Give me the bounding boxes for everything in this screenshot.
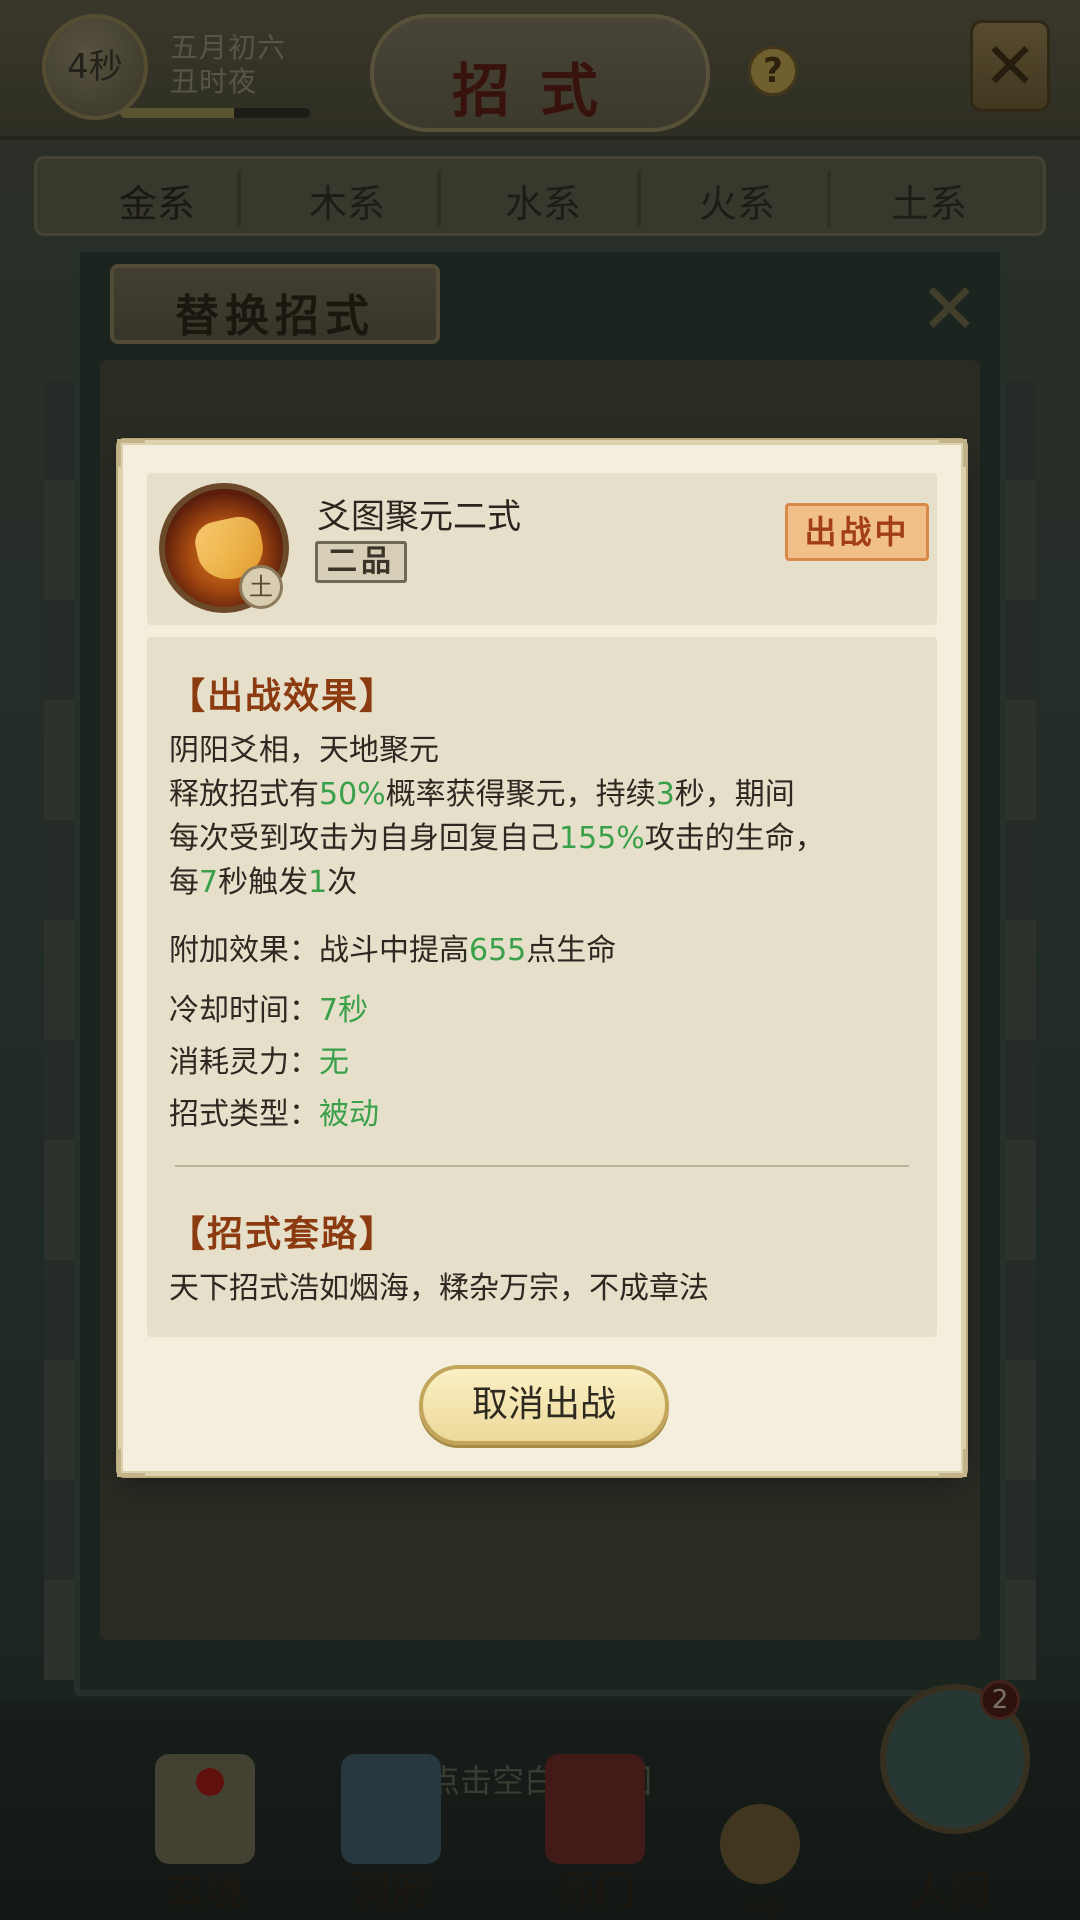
- grade-tag: 二品: [315, 541, 407, 583]
- element-badge: 土: [239, 565, 283, 609]
- effect-line: 每次受到攻击为自身回复自己155%攻击的生命，: [169, 821, 825, 856]
- cooldown: 冷却时间：7秒: [169, 993, 369, 1028]
- skill-details: 【出战效果】 阴阳爻相，天地聚元 释放招式有50%概率获得聚元，持续3秒，期间 …: [147, 637, 937, 1337]
- corner-ornament: [939, 439, 967, 467]
- skill-name: 爻图聚元二式: [317, 497, 521, 537]
- corner-ornament: [117, 439, 145, 467]
- effect-line: 释放招式有50%概率获得聚元，持续3秒，期间: [169, 777, 795, 812]
- effect-section-title: 【出战效果】: [169, 675, 398, 717]
- cancel-battle-button[interactable]: 取消出战: [419, 1365, 669, 1445]
- bonus-effect: 附加效果：战斗中提高655点生命: [169, 933, 617, 968]
- skill-type: 招式类型：被动: [169, 1097, 379, 1132]
- effect-name: 阴阳爻相，天地聚元: [169, 733, 439, 768]
- skill-detail-popup: 土 爻图聚元二式 二品 出战中 【出战效果】 阴阳爻相，天地聚元 释放招式有50…: [117, 439, 967, 1477]
- combo-text: 天下招式浩如烟海，糅杂万宗，不成章法: [169, 1271, 709, 1306]
- corner-ornament: [117, 1449, 145, 1477]
- spirit-cost: 消耗灵力：无: [169, 1045, 349, 1080]
- skill-header: 土 爻图聚元二式 二品 出战中: [147, 473, 937, 625]
- divider: [175, 1165, 909, 1167]
- status-badge: 出战中: [785, 503, 929, 561]
- combo-section-title: 【招式套路】: [169, 1213, 398, 1255]
- effect-line: 每7秒触发1次: [169, 865, 358, 900]
- screen: 4秒 五月初六 丑时夜 招式 ? ✕ 金系 木系 水系 火系 土系 替换招式 ✕…: [0, 0, 1080, 1920]
- corner-ornament: [939, 1449, 967, 1477]
